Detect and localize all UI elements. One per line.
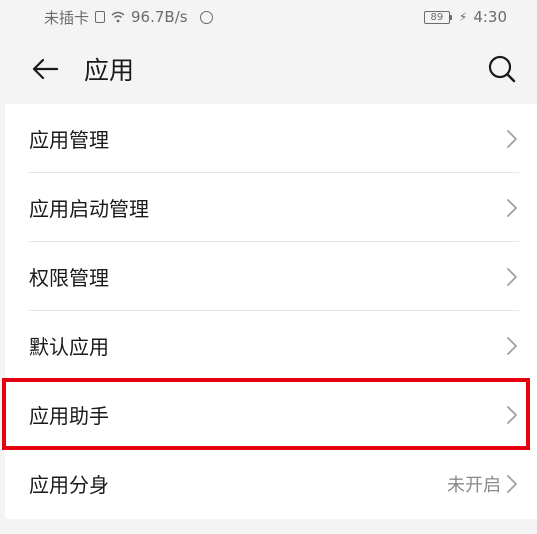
list-item-permission-management[interactable]: 权限管理 — [5, 242, 537, 311]
list-item-label: 应用助手 — [29, 404, 109, 428]
status-right: 89 ⚡ 4:30 — [423, 8, 507, 26]
arrow-left-icon — [32, 58, 59, 80]
chevron-right-icon — [507, 474, 517, 493]
list-item-label: 应用管理 — [29, 128, 109, 152]
network-speed: 96.7B/s — [131, 8, 188, 26]
chevron-right-icon — [507, 129, 517, 148]
carrier-text: 未插卡 — [44, 8, 90, 27]
charging-bolt-icon: ⚡ — [458, 10, 468, 24]
sim-card-icon — [95, 11, 106, 23]
list-item-label: 默认应用 — [29, 335, 109, 359]
list-item-default-apps[interactable]: 默认应用 — [5, 311, 537, 380]
chevron-right-icon — [507, 405, 517, 424]
battery-icon: 89 — [423, 10, 452, 24]
list-item-label: 应用分身 — [29, 473, 109, 497]
list-item-app-twin[interactable]: 应用分身 未开启 — [5, 449, 537, 518]
chevron-right-icon — [507, 267, 517, 286]
search-icon — [488, 55, 516, 83]
settings-list: 应用管理 应用启动管理 权限管理 默认应用 应用助手 应用分身 未开启 — [5, 104, 537, 519]
list-item-app-management[interactable]: 应用管理 — [5, 104, 537, 173]
list-item-app-launch-management[interactable]: 应用启动管理 — [5, 173, 537, 242]
list-item-label: 权限管理 — [29, 266, 109, 290]
list-item-app-assistant[interactable]: 应用助手 — [5, 380, 537, 449]
status-left: 未插卡 96.7B/s — [44, 7, 213, 28]
app-bar: 应用 — [0, 34, 537, 104]
back-button[interactable] — [28, 52, 62, 86]
vpn-globe-icon — [199, 10, 213, 24]
chevron-right-icon — [507, 336, 517, 355]
status-bar: 未插卡 96.7B/s 89 ⚡ 4:30 — [0, 0, 537, 34]
chevron-right-icon — [507, 198, 517, 217]
list-item-value: 未开启 — [447, 474, 501, 496]
page-title: 应用 — [84, 56, 135, 85]
wifi-icon — [111, 11, 125, 23]
battery-level: 89 — [430, 11, 444, 23]
clock: 4:30 — [473, 8, 507, 26]
list-item-label: 应用启动管理 — [29, 197, 149, 221]
search-button[interactable] — [485, 52, 519, 86]
